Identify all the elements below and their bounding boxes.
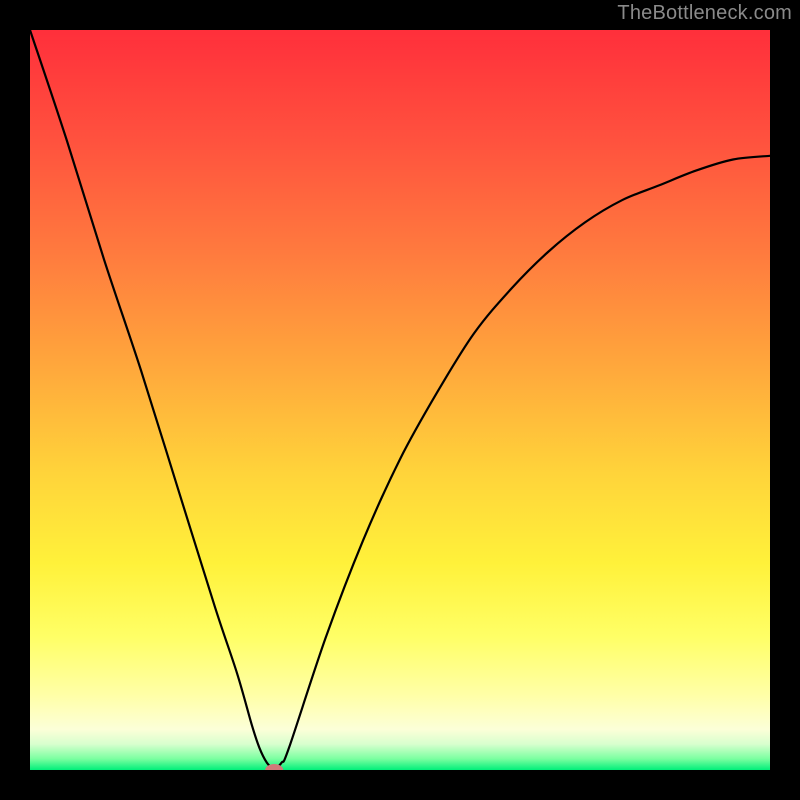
bottleneck-curve bbox=[30, 30, 770, 770]
chart-frame: TheBottleneck.com bbox=[0, 0, 800, 800]
curve-layer bbox=[30, 30, 770, 770]
plot-area bbox=[30, 30, 770, 770]
watermark-text: TheBottleneck.com bbox=[617, 2, 792, 25]
